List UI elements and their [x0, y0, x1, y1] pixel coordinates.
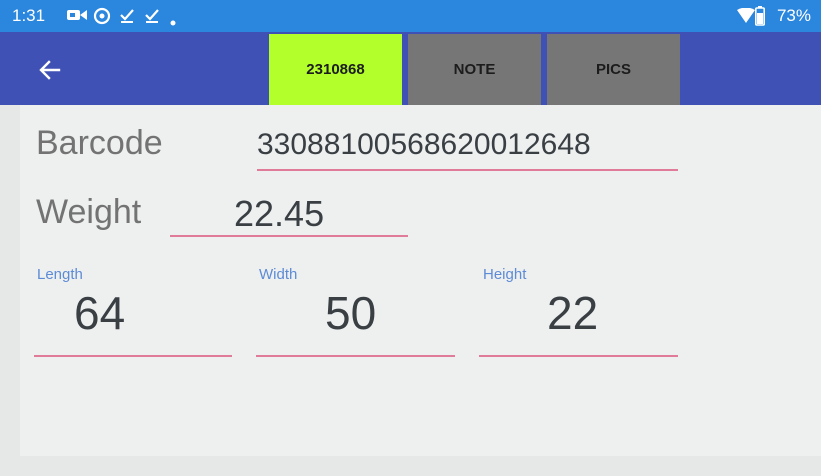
tab-pics[interactable]: PICS [547, 34, 680, 105]
status-time: 1:31 [12, 6, 46, 25]
length-value: 64 [74, 287, 126, 339]
tab-pics-label: PICS [595, 61, 631, 78]
battery-icon [755, 6, 765, 31]
app-bar: 2310868 NOTE PICS [0, 32, 821, 105]
barcode-value: 330881005686200126​48 [257, 128, 591, 161]
download-done-icon [118, 7, 136, 30]
download-done-icon [143, 7, 161, 30]
length-underline [34, 355, 232, 357]
weight-label: Weight [36, 193, 142, 231]
height-value: 22 [547, 287, 599, 339]
tab-note-label: NOTE [453, 61, 496, 78]
status-bar: 1:31 73% [0, 0, 821, 32]
barcode-label: Barcode [36, 124, 163, 162]
left-edge-shadow [0, 105, 20, 456]
barcode-underline [257, 169, 678, 171]
bottom-edge [0, 456, 821, 476]
height-label: Height [483, 266, 527, 283]
dot-icon [170, 13, 176, 31]
width-label: Width [259, 266, 298, 283]
battery-percent: 73% [776, 6, 811, 25]
tab-order-id[interactable]: 2310868 [269, 34, 402, 105]
width-value: 50 [325, 287, 377, 339]
arrow-left-icon [39, 60, 61, 80]
video-icon [66, 7, 88, 28]
tab-note[interactable]: NOTE [408, 34, 541, 105]
weight-underline [170, 235, 408, 237]
tab-order-id-label: 2310868 [306, 61, 365, 78]
width-underline [256, 355, 455, 357]
length-label: Length [37, 266, 83, 283]
height-underline [479, 355, 678, 357]
back-button[interactable] [36, 56, 64, 84]
weight-value: 22.45 [234, 193, 325, 234]
sync-icon [93, 7, 111, 30]
wifi-icon [737, 7, 755, 29]
